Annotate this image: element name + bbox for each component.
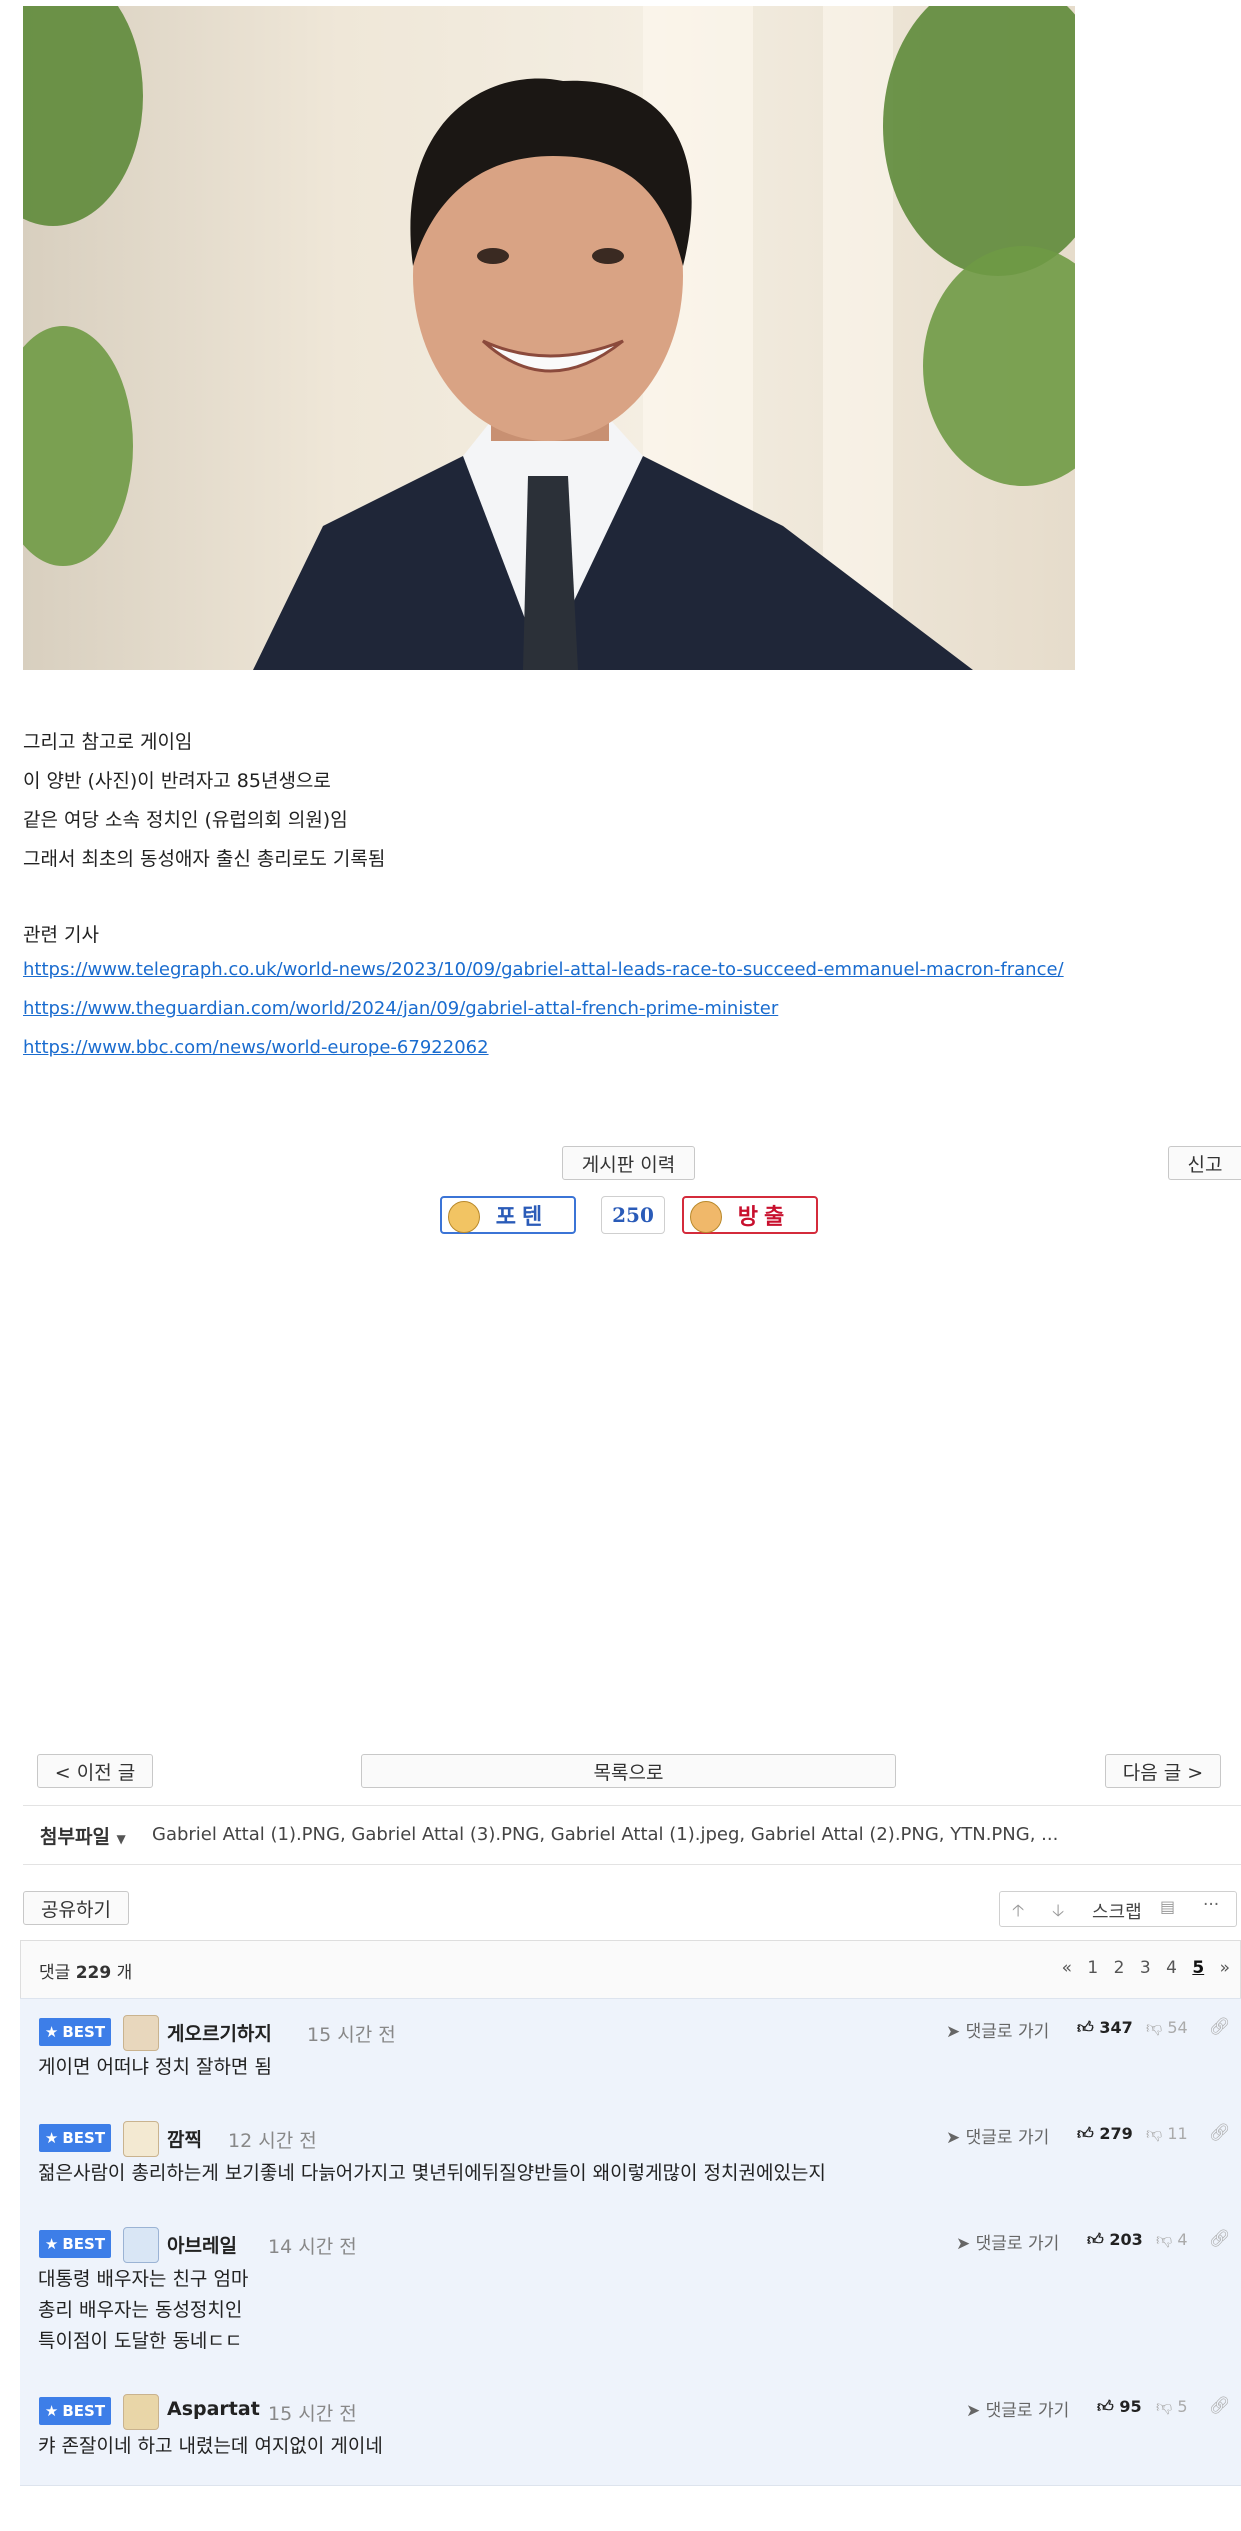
scrap-button[interactable]: 스크랩 (1092, 1898, 1142, 1924)
comment-text: 특이점이 도달한 동네ㄷㄷ (38, 2330, 243, 2352)
comment-count: 댓글 229 개 (39, 1963, 133, 1983)
reply-link[interactable]: ➤ 댓글로 가기 (966, 2396, 1069, 2421)
dislike-button[interactable]: 👎︎ 54 (1146, 2018, 1188, 2038)
send-icon: ➤ (946, 2022, 961, 2042)
page-4[interactable]: 4 (1166, 1958, 1177, 1978)
dislike-button[interactable]: 👎︎ 5 (1156, 2397, 1188, 2417)
user-avatar[interactable] (123, 2015, 159, 2051)
best-badge: ★ BEST (39, 2397, 111, 2425)
comment-item: ★ BEST 아브레일 14 시간 전 ➤ 댓글로 가기 👍︎ 203 👎︎ 4 … (20, 2211, 1241, 2379)
like-button[interactable]: 👍︎ 203 (1087, 2230, 1143, 2250)
comment-item: ★ BEST 게오르기하지 15 시간 전 ➤ 댓글로 가기 👍︎ 347 👎︎ … (20, 1998, 1241, 2107)
vote-count: 250 (601, 1196, 665, 1234)
page-1[interactable]: 1 (1087, 1958, 1098, 1978)
arrow-up-icon[interactable]: 🡡 (1012, 1898, 1024, 1927)
downvote-button[interactable]: 방출 (682, 1196, 818, 1234)
thumbs-down-icon: 👎︎ (1146, 2124, 1163, 2143)
link-icon[interactable]: 🔗︎ (1209, 2396, 1231, 2416)
comment-author[interactable]: Aspartat (167, 2398, 260, 2420)
stats-icon[interactable]: ▤ (1160, 1897, 1175, 1916)
attachment-file-list[interactable]: Gabriel Attal (1).PNG, Gabriel Attal (3)… (152, 1824, 1058, 1845)
related-link-telegraph[interactable]: https://www.telegraph.co.uk/world-news/2… (23, 959, 1064, 980)
caret-down-icon: ▼ (116, 1832, 126, 1846)
article-text-line: 그래서 최초의 동성애자 출신 총리로도 기록됨 (23, 848, 386, 870)
comment-time: 15 시간 전 (307, 2024, 396, 2046)
reply-link[interactable]: ➤ 댓글로 가기 (956, 2229, 1059, 2254)
like-button[interactable]: 👍︎ 95 (1097, 2397, 1142, 2417)
comment-count-number: 229 (75, 1963, 112, 1983)
best-badge: ★ BEST (39, 2230, 111, 2258)
comment-text: 게이면 어떠냐 정치 잘하면 됨 (38, 2056, 272, 2078)
like-button[interactable]: 👍︎ 347 (1077, 2018, 1133, 2038)
comment-author[interactable]: 깜찍 (167, 2125, 202, 2152)
arrow-down-icon[interactable]: 🡣 (1052, 1898, 1064, 1927)
send-icon: ➤ (946, 2128, 961, 2148)
list-button[interactable]: 목록으로 (361, 1754, 896, 1788)
thumbs-up-icon: 👍︎ (1097, 2397, 1114, 2416)
related-link-bbc[interactable]: https://www.bbc.com/news/world-europe-67… (23, 1037, 489, 1058)
board-history-button[interactable]: 게시판 이력 (562, 1146, 695, 1180)
post-toolbar: 🡡 🡣 스크랩 ▤ ··· (999, 1891, 1237, 1927)
comment-item: ★ BEST Aspartat 15 시간 전 ➤ 댓글로 가기 👍︎ 95 👎︎… (20, 2378, 1241, 2486)
page-current[interactable]: 5 (1192, 1958, 1204, 1978)
attachments-label: 첨부파일 (40, 1826, 110, 1848)
page-last[interactable]: » (1220, 1958, 1230, 1978)
send-icon: ➤ (966, 2401, 981, 2421)
send-icon: ➤ (956, 2234, 971, 2254)
article-text-line: 그리고 참고로 게이임 (23, 731, 193, 753)
link-icon[interactable]: 🔗︎ (1209, 2017, 1231, 2037)
thumbs-down-icon: 👎︎ (1156, 2230, 1173, 2249)
related-link-guardian[interactable]: https://www.theguardian.com/world/2024/j… (23, 998, 778, 1019)
link-icon[interactable]: 🔗︎ (1209, 2123, 1231, 2143)
article-photo (23, 6, 1075, 670)
article-text-line: 같은 여당 소속 정치인 (유럽의회 의원)임 (23, 809, 348, 831)
comments-header: 댓글 229 개 « 1 2 3 4 5 » (20, 1940, 1241, 1998)
thumbs-up-icon: 👍︎ (1077, 2124, 1094, 2143)
comment-item: ★ BEST 깜찍 12 시간 전 ➤ 댓글로 가기 👍︎ 279 👎︎ 11 🔗… (20, 2105, 1241, 2212)
share-button[interactable]: 공유하기 (23, 1891, 129, 1925)
user-avatar[interactable] (123, 2227, 159, 2263)
upvote-label: 포텐 (495, 1205, 549, 1230)
page-first[interactable]: « (1062, 1958, 1072, 1978)
thumbs-down-icon: 👎︎ (1156, 2397, 1173, 2416)
page-2[interactable]: 2 (1114, 1958, 1125, 1978)
user-avatar[interactable] (123, 2121, 159, 2157)
prev-post-button[interactable]: < 이전 글 (37, 1754, 153, 1788)
comment-author[interactable]: 아브레일 (167, 2231, 237, 2258)
thumbs-up-icon: 👍︎ (1087, 2230, 1104, 2249)
report-button[interactable]: 신고 (1168, 1146, 1241, 1180)
related-heading: 관련 기사 (23, 924, 99, 946)
comment-pagination: « 1 2 3 4 5 » (1062, 1958, 1230, 1978)
attachments-toggle[interactable]: 첨부파일 ▼ (40, 1822, 126, 1849)
comment-time: 15 시간 전 (268, 2403, 357, 2425)
article-text-line: 이 양반 (사진)이 반려자고 85년생으로 (23, 770, 331, 792)
reply-link[interactable]: ➤ 댓글로 가기 (946, 2017, 1049, 2042)
comment-text: 캬 존잘이네 하고 내렸는데 여지없이 게이네 (38, 2435, 383, 2457)
upvote-button[interactable]: 포텐 (440, 1196, 576, 1234)
comment-text: 젊은사람이 총리하는게 보기좋네 다늙어가지고 몇년뒤에뒤질양반들이 왜이렇게많… (38, 2162, 826, 2184)
upvote-face-icon (448, 1201, 480, 1233)
best-badge: ★ BEST (39, 2124, 111, 2152)
next-post-button[interactable]: 다음 글 > (1105, 1754, 1221, 1788)
user-avatar[interactable] (123, 2394, 159, 2430)
reply-link[interactable]: ➤ 댓글로 가기 (946, 2123, 1049, 2148)
downvote-label: 방출 (737, 1205, 791, 1230)
comment-text: 대통령 배우자는 친구 엄마 (38, 2268, 249, 2290)
dislike-button[interactable]: 👎︎ 11 (1146, 2124, 1188, 2144)
downvote-face-icon (690, 1201, 722, 1233)
comment-author[interactable]: 게오르기하지 (167, 2019, 272, 2046)
dislike-button[interactable]: 👎︎ 4 (1156, 2230, 1188, 2250)
more-icon[interactable]: ··· (1203, 1895, 1219, 1915)
best-badge: ★ BEST (39, 2018, 111, 2046)
thumbs-down-icon: 👎︎ (1146, 2018, 1163, 2037)
comment-text: 총리 배우자는 동성정치인 (38, 2299, 243, 2321)
page-3[interactable]: 3 (1140, 1958, 1151, 1978)
like-button[interactable]: 👍︎ 279 (1077, 2124, 1133, 2144)
comment-time: 14 시간 전 (268, 2236, 357, 2258)
thumbs-up-icon: 👍︎ (1077, 2018, 1094, 2037)
link-icon[interactable]: 🔗︎ (1209, 2229, 1231, 2249)
comment-time: 12 시간 전 (228, 2130, 317, 2152)
